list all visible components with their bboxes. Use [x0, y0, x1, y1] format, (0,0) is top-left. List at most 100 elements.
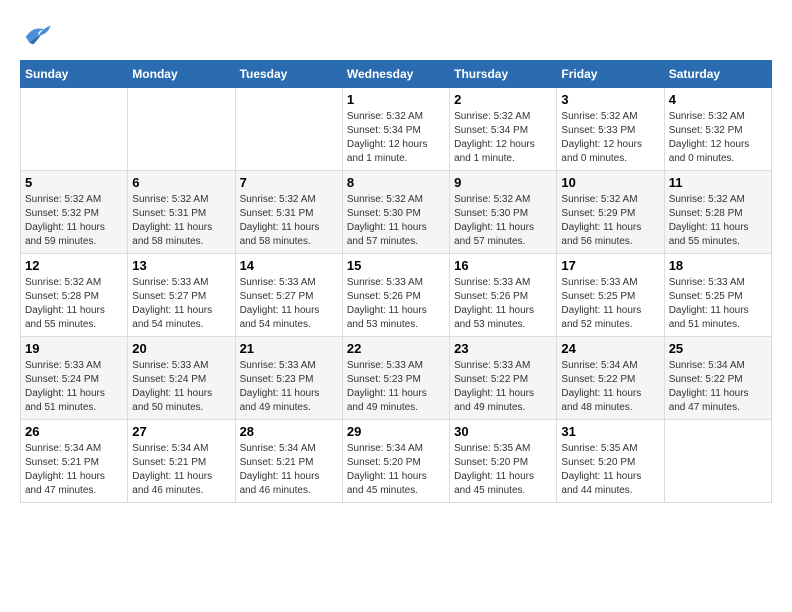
day-number: 23	[454, 341, 552, 356]
weekday-row: SundayMondayTuesdayWednesdayThursdayFrid…	[21, 61, 772, 88]
calendar-cell	[21, 88, 128, 171]
calendar-cell: 26Sunrise: 5:34 AMSunset: 5:21 PMDayligh…	[21, 420, 128, 503]
day-number: 5	[25, 175, 123, 190]
calendar-cell: 28 Sunrise: 5:34 AMSunset: 5:21 PMDayligh…	[235, 420, 342, 503]
calendar-cell: 18 Sunrise: 5:33 AMSunset: 5:25 PMDayligh…	[664, 254, 771, 337]
calendar-cell: 21 Sunrise: 5:33 AMSunset: 5:23 PMDayligh…	[235, 337, 342, 420]
day-number: 28	[240, 424, 338, 439]
calendar-cell: 14 Sunrise: 5:33 AMSunset: 5:27 PMDayligh…	[235, 254, 342, 337]
calendar-cell: 2Sunrise: 5:32 AMSunset: 5:34 PMDaylight…	[450, 88, 557, 171]
day-detail: Sunrise: 5:35 AMSunset: 5:20 PMDaylight:…	[454, 442, 552, 498]
calendar-cell: 1Sunrise: 5:32 AMSunset: 5:34 PMDaylight…	[342, 88, 449, 171]
day-detail: Sunrise: 5:33 AMSunset: 5:27 PMDaylight:…	[132, 276, 230, 332]
calendar-cell: 20Sunrise: 5:33 AMSunset: 5:24 PMDayligh…	[128, 337, 235, 420]
day-number: 3	[561, 92, 659, 107]
day-detail: Sunrise: 5:33 AMSunset: 5:24 PMDaylight:…	[25, 359, 123, 415]
day-number: 6	[132, 175, 230, 190]
day-detail: Sunrise: 5:32 AMSunset: 5:30 PMDaylight:…	[454, 193, 552, 249]
day-detail: Sunrise: 5:33 AMSunset: 5:22 PMDaylight:…	[454, 359, 552, 415]
day-number: 16	[454, 258, 552, 273]
day-detail: Sunrise: 5:33 AMSunset: 5:27 PMDaylight:…	[240, 276, 338, 332]
calendar-cell: 31 Sunrise: 5:35 AMSunset: 5:20 PMDayligh…	[557, 420, 664, 503]
calendar-cell: 19 Sunrise: 5:33 AMSunset: 5:24 PMDayligh…	[21, 337, 128, 420]
day-detail: Sunrise: 5:34 AMSunset: 5:21 PMDaylight:…	[240, 442, 338, 498]
day-number: 24	[561, 341, 659, 356]
calendar-cell: 5Sunrise: 5:32 AMSunset: 5:32 PMDaylight…	[21, 171, 128, 254]
calendar-cell	[664, 420, 771, 503]
calendar-cell: 11 Sunrise: 5:32 AMSunset: 5:28 PMDayligh…	[664, 171, 771, 254]
weekday-header-friday: Friday	[557, 61, 664, 88]
logo-bird-icon	[22, 20, 52, 50]
day-number: 31	[561, 424, 659, 439]
day-detail: Sunrise: 5:32 AMSunset: 5:29 PMDaylight:…	[561, 193, 659, 249]
day-number: 22	[347, 341, 445, 356]
day-detail: Sunrise: 5:32 AMSunset: 5:31 PMDaylight:…	[132, 193, 230, 249]
day-detail: Sunrise: 5:33 AMSunset: 5:23 PMDaylight:…	[347, 359, 445, 415]
calendar-cell: 22 Sunrise: 5:33 AMSunset: 5:23 PMDayligh…	[342, 337, 449, 420]
calendar-cell: 16 Sunrise: 5:33 AMSunset: 5:26 PMDayligh…	[450, 254, 557, 337]
day-detail: Sunrise: 5:32 AMSunset: 5:32 PMDaylight:…	[669, 110, 767, 166]
day-detail: Sunrise: 5:34 AMSunset: 5:22 PMDaylight:…	[561, 359, 659, 415]
day-number: 9	[454, 175, 552, 190]
day-number: 7	[240, 175, 338, 190]
day-number: 26	[25, 424, 123, 439]
weekday-header-saturday: Saturday	[664, 61, 771, 88]
calendar-table: SundayMondayTuesdayWednesdayThursdayFrid…	[20, 60, 772, 503]
calendar-cell: 8 Sunrise: 5:32 AMSunset: 5:30 PMDaylight…	[342, 171, 449, 254]
weekday-header-sunday: Sunday	[21, 61, 128, 88]
day-detail: Sunrise: 5:32 AMSunset: 5:28 PMDaylight:…	[25, 276, 123, 332]
day-detail: Sunrise: 5:34 AMSunset: 5:21 PMDaylight:…	[132, 442, 230, 498]
day-number: 4	[669, 92, 767, 107]
calendar-cell: 3 Sunrise: 5:32 AMSunset: 5:33 PMDaylight…	[557, 88, 664, 171]
calendar-cell: 6 Sunrise: 5:32 AMSunset: 5:31 PMDaylight…	[128, 171, 235, 254]
day-detail: Sunrise: 5:33 AMSunset: 5:25 PMDaylight:…	[669, 276, 767, 332]
day-detail: Sunrise: 5:32 AMSunset: 5:30 PMDaylight:…	[347, 193, 445, 249]
calendar-header: SundayMondayTuesdayWednesdayThursdayFrid…	[21, 61, 772, 88]
day-number: 27	[132, 424, 230, 439]
day-detail: Sunrise: 5:32 AMSunset: 5:31 PMDaylight:…	[240, 193, 338, 249]
day-number: 13	[132, 258, 230, 273]
calendar-cell: 12Sunrise: 5:32 AMSunset: 5:28 PMDayligh…	[21, 254, 128, 337]
day-number: 1	[347, 92, 445, 107]
calendar-cell: 15 Sunrise: 5:33 AMSunset: 5:26 PMDayligh…	[342, 254, 449, 337]
day-number: 15	[347, 258, 445, 273]
day-number: 14	[240, 258, 338, 273]
day-detail: Sunrise: 5:33 AMSunset: 5:23 PMDaylight:…	[240, 359, 338, 415]
logo	[20, 20, 52, 50]
calendar-cell	[235, 88, 342, 171]
calendar-cell: 29Sunrise: 5:34 AMSunset: 5:20 PMDayligh…	[342, 420, 449, 503]
day-number: 17	[561, 258, 659, 273]
calendar-cell: 25 Sunrise: 5:34 AMSunset: 5:22 PMDayligh…	[664, 337, 771, 420]
day-detail: Sunrise: 5:32 AMSunset: 5:33 PMDaylight:…	[561, 110, 659, 166]
day-number: 29	[347, 424, 445, 439]
weekday-header-tuesday: Tuesday	[235, 61, 342, 88]
calendar-week-row: 5Sunrise: 5:32 AMSunset: 5:32 PMDaylight…	[21, 171, 772, 254]
day-number: 25	[669, 341, 767, 356]
day-number: 8	[347, 175, 445, 190]
day-detail: Sunrise: 5:33 AMSunset: 5:24 PMDaylight:…	[132, 359, 230, 415]
day-detail: Sunrise: 5:33 AMSunset: 5:26 PMDaylight:…	[454, 276, 552, 332]
calendar-cell: 17Sunrise: 5:33 AMSunset: 5:25 PMDayligh…	[557, 254, 664, 337]
day-number: 30	[454, 424, 552, 439]
day-number: 11	[669, 175, 767, 190]
day-number: 21	[240, 341, 338, 356]
day-detail: Sunrise: 5:34 AMSunset: 5:22 PMDaylight:…	[669, 359, 767, 415]
calendar-cell: 13 Sunrise: 5:33 AMSunset: 5:27 PMDayligh…	[128, 254, 235, 337]
calendar-cell	[128, 88, 235, 171]
day-detail: Sunrise: 5:35 AMSunset: 5:20 PMDaylight:…	[561, 442, 659, 498]
calendar-cell: 10 Sunrise: 5:32 AMSunset: 5:29 PMDayligh…	[557, 171, 664, 254]
calendar-week-row: 1 Sunrise: 5:32 AMSunset: 5:34 PMDaylight…	[21, 88, 772, 171]
calendar-cell: 27 Sunrise: 5:34 AMSunset: 5:21 PMDayligh…	[128, 420, 235, 503]
day-detail: Sunrise: 5:33 AMSunset: 5:26 PMDaylight:…	[347, 276, 445, 332]
calendar-week-row: 26 Sunrise: 5:34 AMSunset: 5:21 PMDayligh…	[21, 420, 772, 503]
calendar-cell: 23 Sunrise: 5:33 AMSunset: 5:22 PMDayligh…	[450, 337, 557, 420]
weekday-header-thursday: Thursday	[450, 61, 557, 88]
day-detail: Sunrise: 5:32 AMSunset: 5:34 PMDaylight:…	[454, 110, 552, 166]
day-detail: Sunrise: 5:32 AMSunset: 5:28 PMDaylight:…	[669, 193, 767, 249]
calendar-week-row: 12Sunrise: 5:32 AMSunset: 5:28 PMDayligh…	[21, 254, 772, 337]
weekday-header-monday: Monday	[128, 61, 235, 88]
calendar-cell: 24 Sunrise: 5:34 AMSunset: 5:22 PMDayligh…	[557, 337, 664, 420]
day-number: 19	[25, 341, 123, 356]
day-number: 10	[561, 175, 659, 190]
day-number: 18	[669, 258, 767, 273]
